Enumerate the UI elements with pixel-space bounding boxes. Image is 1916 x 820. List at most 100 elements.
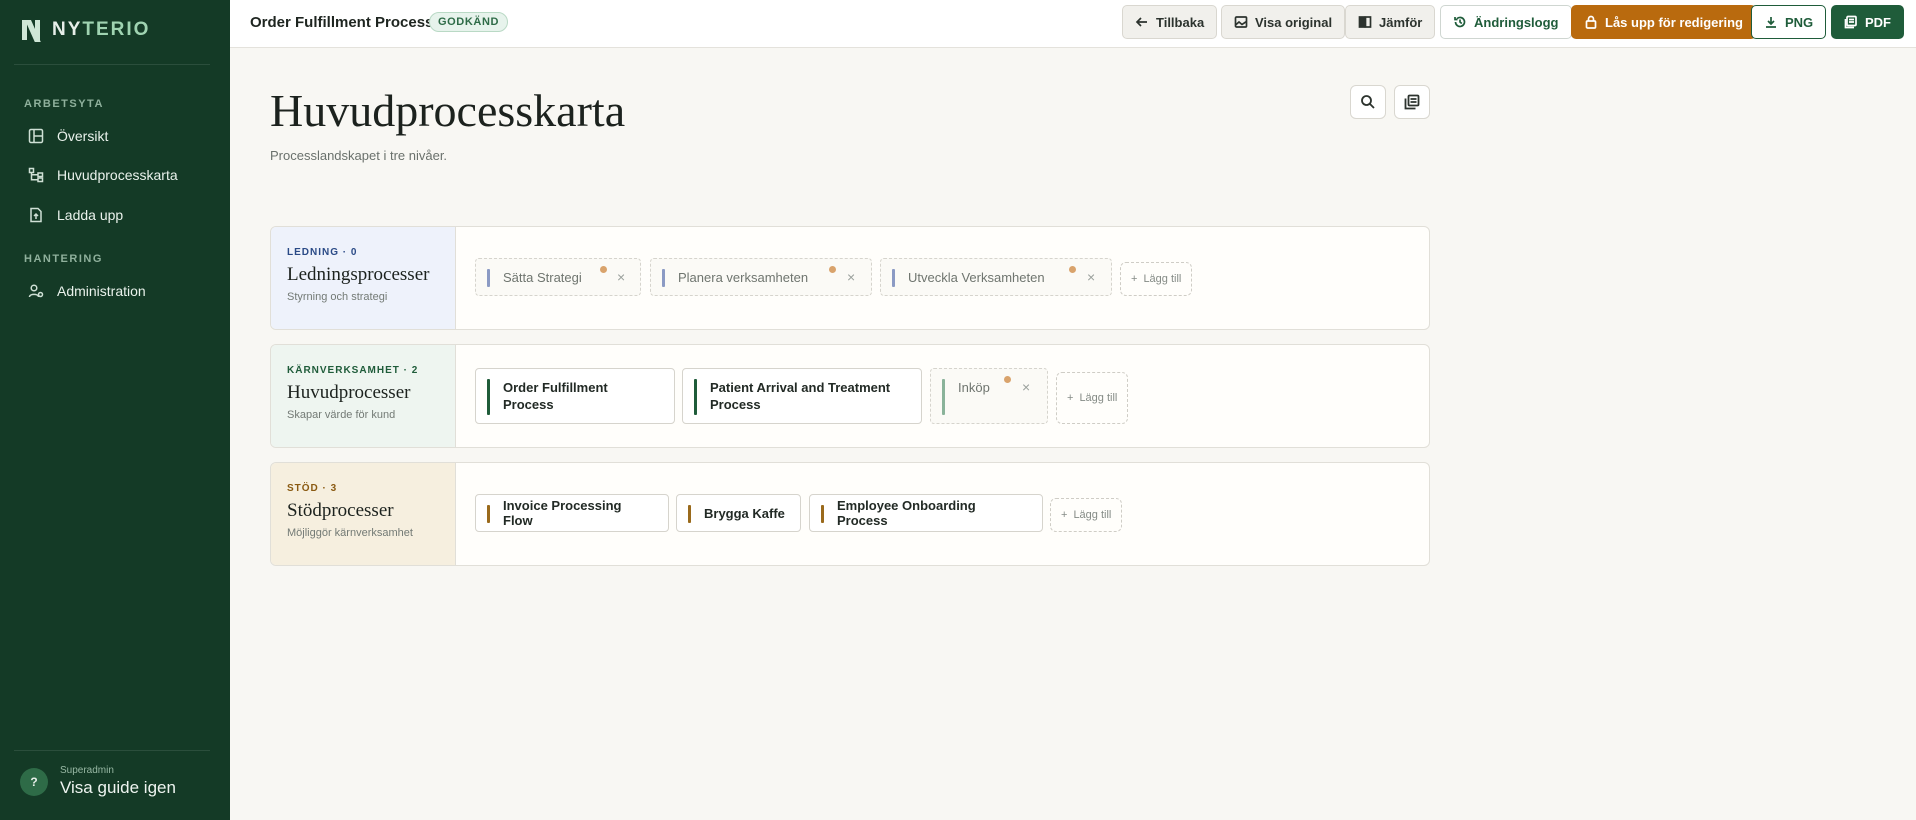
level-tag: LEDNING · 0 xyxy=(287,247,358,258)
process-card-title: Planera verksamheten xyxy=(678,269,809,285)
history-icon xyxy=(1454,16,1466,28)
card-accent-bar xyxy=(688,505,691,523)
card-accent-bar xyxy=(487,379,490,415)
show-original-button[interactable]: Visa original xyxy=(1221,5,1346,39)
brand-name: NYTERIO xyxy=(52,19,151,40)
user-role: Superadmin xyxy=(60,765,114,776)
gallery-icon xyxy=(1404,94,1420,110)
process-card-title: Brygga Kaffe xyxy=(704,505,785,521)
search-button[interactable] xyxy=(1350,85,1386,119)
process-card-draft[interactable]: Inköp × xyxy=(930,368,1048,424)
draft-status-dot xyxy=(1069,266,1076,273)
process-card-title: Employee Onboarding Process xyxy=(837,498,976,528)
process-card-title: Patient Arrival and Treatment Process xyxy=(710,380,891,412)
sidebar-divider xyxy=(14,750,210,751)
section-label-workspace: ARBETSYTA xyxy=(24,98,104,110)
draft-status-dot xyxy=(1004,376,1011,383)
topbar: Order Fulfillment Process GODKÄND Tillba… xyxy=(230,0,1916,48)
sidebar-item-label: Översikt xyxy=(57,128,109,144)
back-button[interactable]: Tillbaka xyxy=(1122,5,1218,39)
process-level-core: KÄRNVERKSAMHET · 2 Huvudprocesser Skapar… xyxy=(270,344,1430,448)
level-tag: KÄRNVERKSAMHET · 2 xyxy=(287,365,419,376)
help-icon: ? xyxy=(20,767,48,796)
level-description: Möjliggör kärnverksamhet xyxy=(287,527,413,539)
sidebar-item-label: Administration xyxy=(57,283,146,299)
process-card-title: Inköp xyxy=(958,380,990,395)
sidebar-item-administration[interactable]: Administration xyxy=(14,274,216,308)
section-label-management: HANTERING xyxy=(24,253,103,265)
level-name: Huvudprocesser xyxy=(287,382,411,403)
draft-status-dot xyxy=(829,266,836,273)
sidebar-item-label: Ladda upp xyxy=(57,207,124,223)
logo-icon xyxy=(22,20,42,42)
add-process-button[interactable]: + Lägg till xyxy=(1050,498,1123,532)
image-icon xyxy=(1234,16,1248,28)
remove-icon[interactable]: × xyxy=(1022,379,1030,396)
card-accent-bar xyxy=(487,505,490,523)
unlock-edit-button[interactable]: Lås upp för redigering xyxy=(1571,5,1756,39)
process-card-draft[interactable]: Utveckla Verksamheten × xyxy=(880,258,1112,296)
grid-icon xyxy=(28,128,44,144)
card-accent-bar xyxy=(942,379,945,415)
users-icon xyxy=(28,284,44,298)
sidebar-item-upload[interactable]: Ladda upp xyxy=(14,198,216,232)
search-icon xyxy=(1361,95,1375,109)
compare-button[interactable]: Jämför xyxy=(1345,5,1436,39)
gallery-button[interactable] xyxy=(1394,85,1430,119)
remove-icon[interactable]: × xyxy=(617,269,625,285)
add-process-button[interactable]: + Lägg till xyxy=(1120,262,1193,296)
process-card-title: Sätta Strategi xyxy=(503,269,582,285)
sidebar-divider xyxy=(14,64,210,65)
show-guide-label: Visa guide igen xyxy=(60,778,176,797)
plus-icon: + xyxy=(1131,273,1138,285)
page-subtitle: Processlandskapet i tre nivåer. xyxy=(270,148,448,163)
card-accent-bar xyxy=(821,505,824,523)
process-card-title: Utveckla Verksamheten xyxy=(908,269,1045,285)
process-card[interactable]: Patient Arrival and Treatment Process xyxy=(682,368,922,424)
add-process-button[interactable]: + Lägg till xyxy=(1056,372,1129,424)
process-card[interactable]: Invoice Processing Flow xyxy=(475,494,669,532)
card-accent-bar xyxy=(487,269,490,287)
process-card[interactable]: Employee Onboarding Process xyxy=(809,494,1043,532)
process-card[interactable]: Brygga Kaffe xyxy=(676,494,801,532)
plus-icon: + xyxy=(1061,509,1068,521)
process-card-title: Invoice Processing Flow xyxy=(503,498,622,528)
sidebar-item-overview[interactable]: Översikt xyxy=(14,119,216,153)
level-tag: STÖD · 3 xyxy=(287,483,338,494)
compare-icon xyxy=(1358,16,1372,28)
sidebar: NYTERIO ARBETSYTA Översikt Huvudprocessk… xyxy=(0,0,230,820)
hierarchy-icon xyxy=(28,167,44,183)
level-name: Stödprocesser xyxy=(287,500,394,521)
process-card-draft[interactable]: Planera verksamheten × xyxy=(650,258,872,296)
document-title: Order Fulfillment Process xyxy=(250,14,434,31)
page-title: Huvudprocesskarta xyxy=(270,85,626,136)
status-badge: GODKÄND xyxy=(429,12,509,32)
card-accent-bar xyxy=(694,379,697,415)
show-guide-button[interactable]: ? Superadmin Visa guide igen xyxy=(20,765,176,798)
level-name: Ledningsprocesser xyxy=(287,264,430,285)
document-icon xyxy=(1844,15,1857,29)
export-pdf-button[interactable]: PDF xyxy=(1831,5,1904,39)
sidebar-item-process-map[interactable]: Huvudprocesskarta xyxy=(14,158,216,192)
sidebar-item-label: Huvudprocesskarta xyxy=(57,167,178,183)
process-card-draft[interactable]: Sätta Strategi × xyxy=(475,258,641,296)
download-icon xyxy=(1766,17,1776,28)
card-accent-bar xyxy=(662,269,665,287)
remove-icon[interactable]: × xyxy=(1087,269,1095,285)
draft-status-dot xyxy=(600,266,607,273)
level-description: Skapar värde för kund xyxy=(287,409,396,421)
card-accent-bar xyxy=(892,269,895,287)
level-header: LEDNING · 0 Ledningsprocesser Styrning o… xyxy=(271,227,456,329)
file-upload-icon xyxy=(30,207,42,223)
level-header: KÄRNVERKSAMHET · 2 Huvudprocesser Skapar… xyxy=(271,345,456,447)
process-card[interactable]: Order Fulfillment Process xyxy=(475,368,675,424)
remove-icon[interactable]: × xyxy=(847,269,855,285)
brand-logo[interactable]: NYTERIO xyxy=(22,19,151,42)
process-level-support: STÖD · 3 Stödprocesser Möjliggör kärnver… xyxy=(270,462,1430,566)
export-png-button[interactable]: PNG xyxy=(1751,5,1827,39)
plus-icon: + xyxy=(1067,392,1074,404)
process-card-title: Order Fulfillment Process xyxy=(503,380,608,412)
level-description: Styrning och strategi xyxy=(287,291,388,303)
arrow-left-icon xyxy=(1135,17,1147,27)
changelog-button[interactable]: Ändringslogg xyxy=(1440,5,1572,39)
